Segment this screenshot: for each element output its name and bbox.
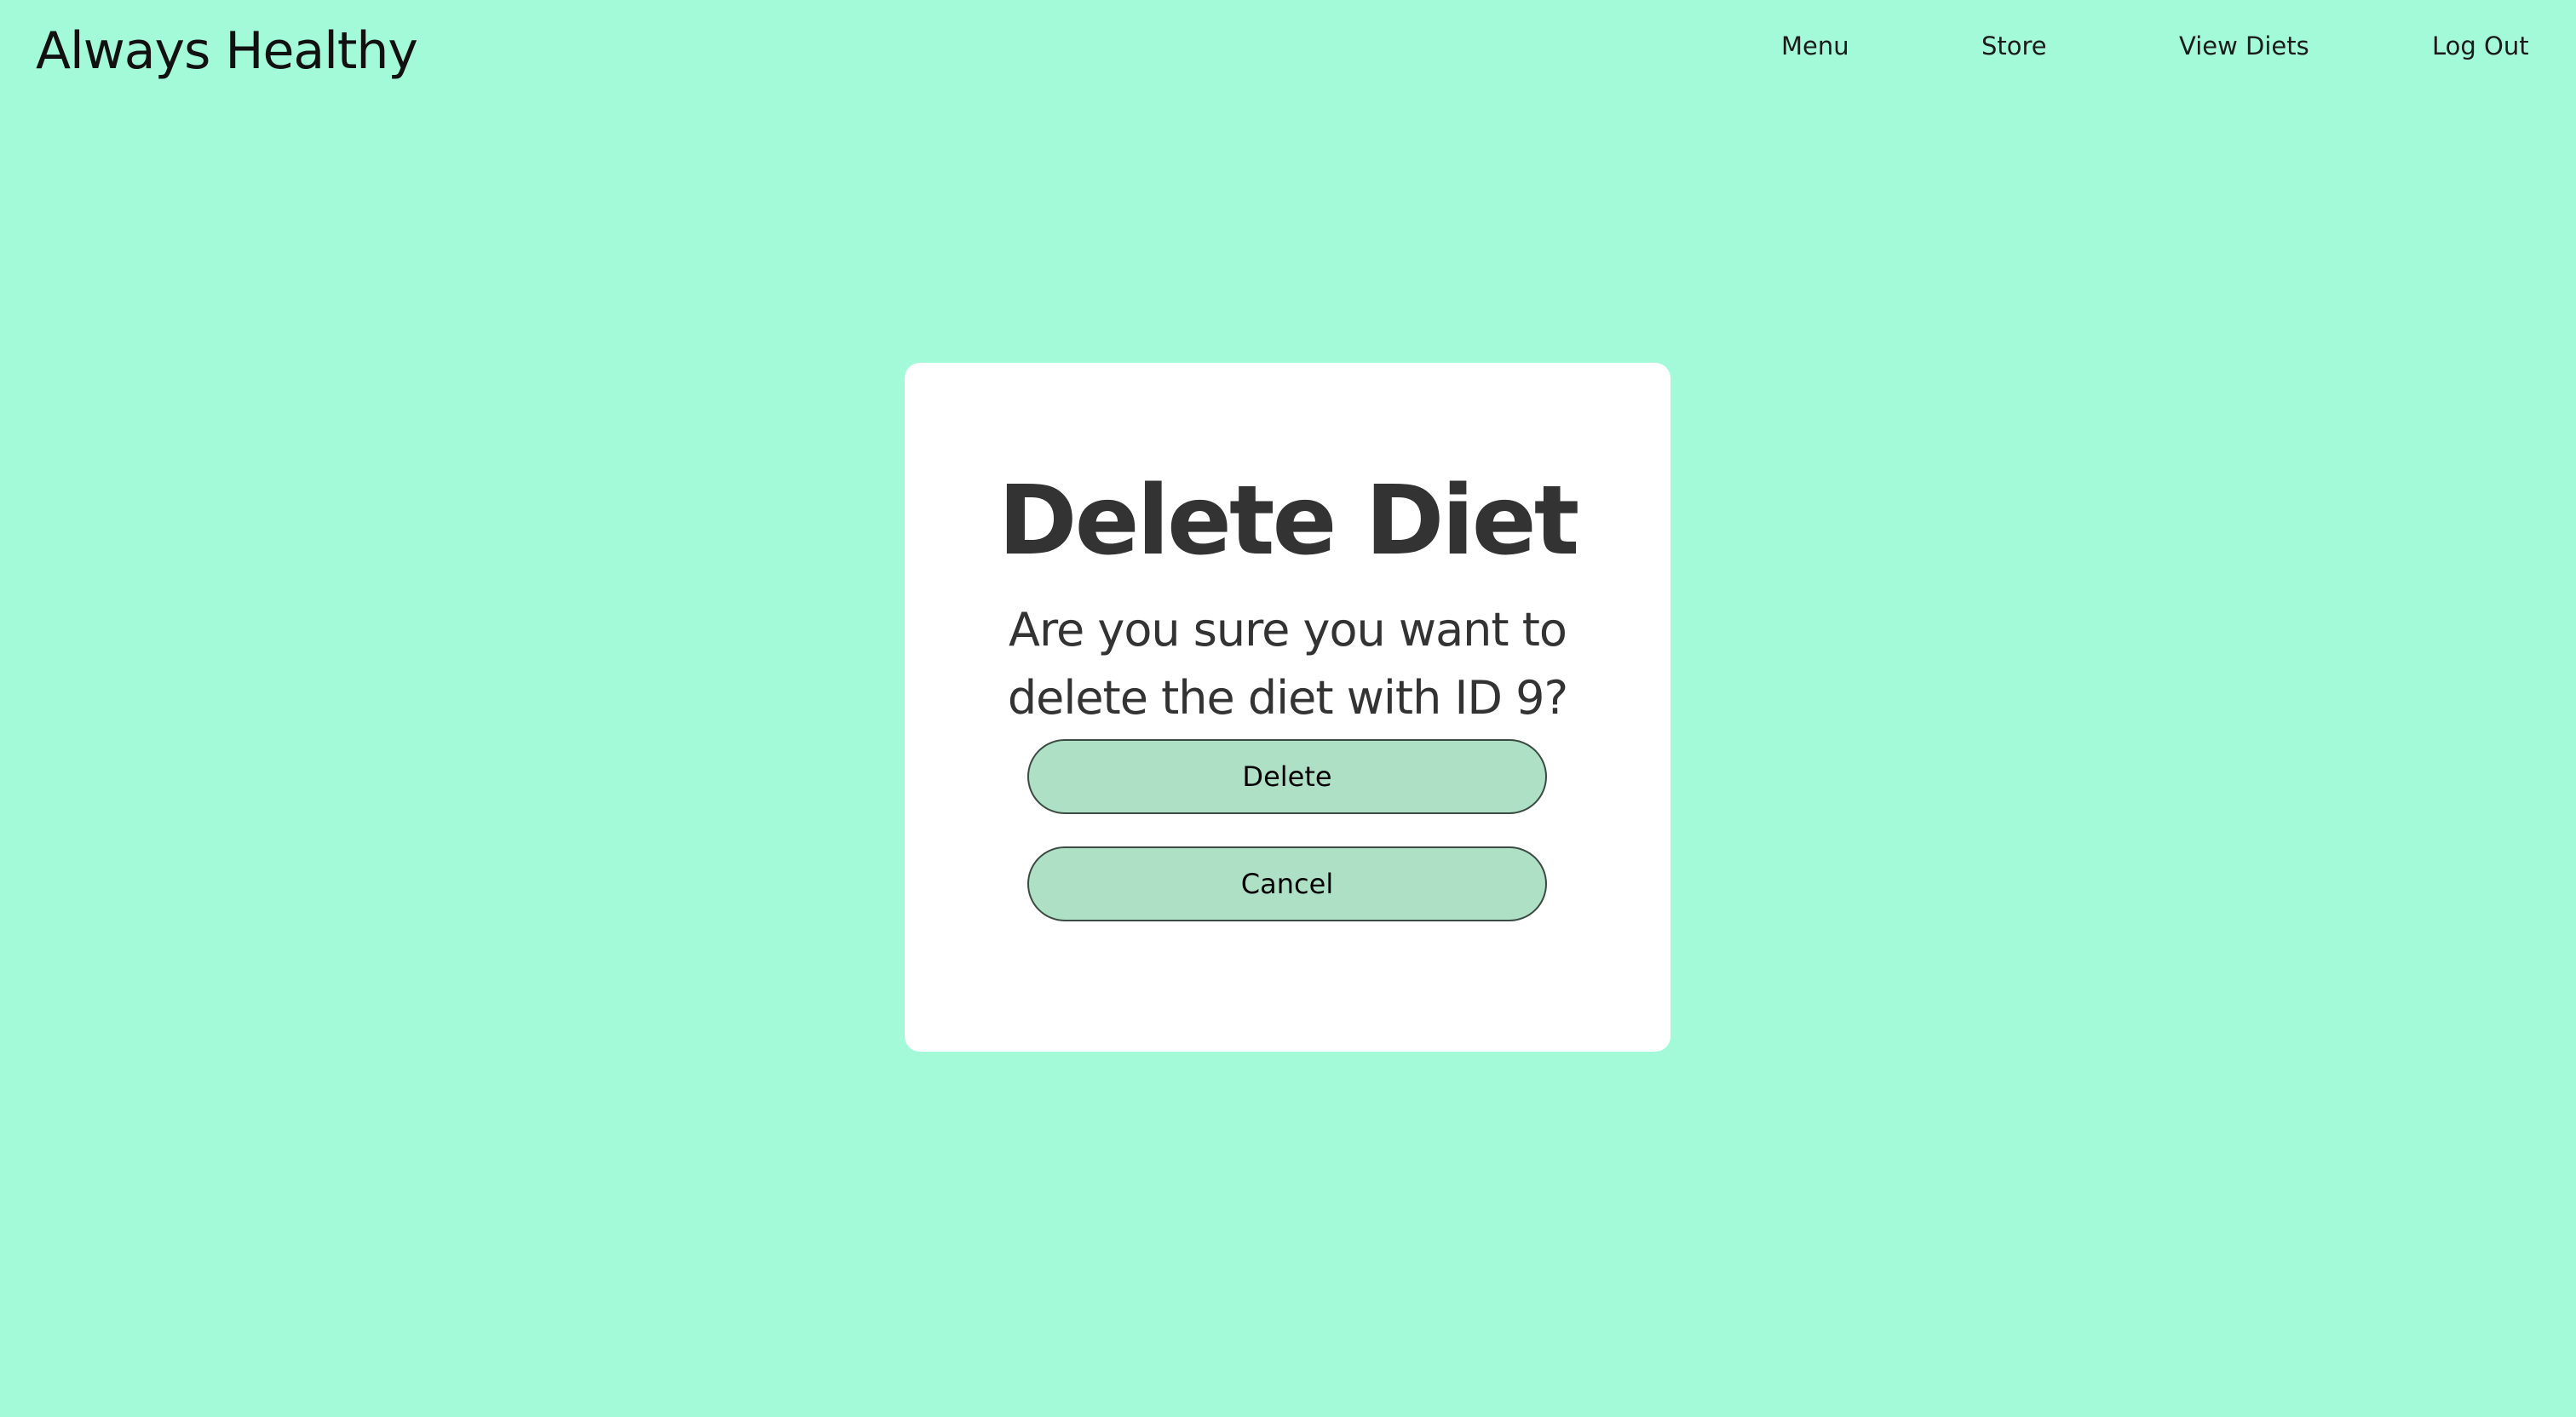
delete-button[interactable]: Delete [1027,739,1547,814]
delete-diet-dialog: Delete Diet Are you sure you want to del… [905,363,1670,1052]
nav-store-link[interactable]: Store [1981,29,2047,63]
dialog-title: Delete Diet [998,466,1580,577]
nav-menu-link[interactable]: Menu [1781,29,1849,63]
confirmation-message: Are you sure you want to delete the diet… [1007,603,1568,725]
nav-view-diets-link[interactable]: View Diets [2179,29,2309,63]
top-navigation-bar: Always Healthy Menu Store View Diets Log… [0,0,2576,102]
main-nav: Menu Store View Diets Log Out [0,29,2576,70]
page: Always Healthy Menu Store View Diets Log… [0,0,2576,1417]
nav-log-out-link[interactable]: Log Out [2432,29,2529,63]
cancel-button[interactable]: Cancel [1027,846,1547,921]
